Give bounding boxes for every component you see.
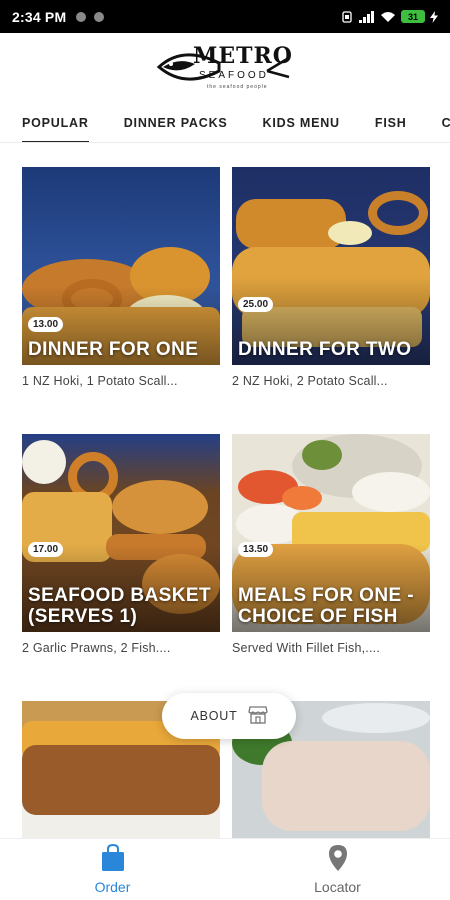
wifi-icon xyxy=(380,11,396,23)
nav-locator[interactable]: Locator xyxy=(225,839,450,900)
item-photo: 13.00 DINNER FOR ONE xyxy=(22,167,220,365)
menu-card[interactable]: 17.00 SEAFOOD BASKET (SERVES 1) 2 Garlic… xyxy=(22,434,220,655)
menu-card[interactable]: 13.50 MEALS FOR ONE - CHOICE OF FISH Ser… xyxy=(232,434,430,655)
item-description: 1 NZ Hoki, 1 Potato Scall... xyxy=(22,374,178,388)
nav-locator-label: Locator xyxy=(314,879,361,895)
shopping-bag-icon xyxy=(101,843,125,875)
signal-icon xyxy=(359,10,375,23)
category-tabs: POPULAR DINNER PACKS KIDS MENU FISH CH xyxy=(0,103,450,143)
item-photo: 25.00 DINNER FOR TWO xyxy=(232,167,430,365)
battery-level: 31 xyxy=(407,11,418,22)
about-label: ABOUT xyxy=(190,709,238,723)
logo-tagline: the seafood people xyxy=(207,84,268,90)
bottom-navigation: Order Locator xyxy=(0,838,450,900)
vibrate-icon xyxy=(340,10,354,23)
logo-subtitle: SEAFOOD xyxy=(199,70,269,81)
tab-dinner-packs[interactable]: DINNER PACKS xyxy=(124,103,228,142)
logo-title: METRO xyxy=(193,43,293,69)
battery-icon: 31 xyxy=(401,10,425,23)
tab-fish[interactable]: FISH xyxy=(375,103,407,142)
item-description: 2 Garlic Prawns, 2 Fish.... xyxy=(22,641,171,655)
store-icon xyxy=(247,705,268,727)
tab-ch[interactable]: CH xyxy=(442,103,450,142)
price-badge: 13.50 xyxy=(238,542,274,557)
tab-kids-menu[interactable]: KIDS MENU xyxy=(263,103,340,142)
price-badge: 17.00 xyxy=(28,542,64,557)
item-title: SEAFOOD BASKET (SERVES 1) xyxy=(28,585,211,627)
metro-seafood-logo: METRO SEAFOOD the seafood people xyxy=(155,37,295,99)
item-description: 2 NZ Hoki, 2 Potato Scall... xyxy=(232,374,388,388)
item-photo: 17.00 SEAFOOD BASKET (SERVES 1) xyxy=(22,434,220,632)
nav-order[interactable]: Order xyxy=(0,839,225,900)
menu-card[interactable]: 25.00 DINNER FOR TWO 2 NZ Hoki, 2 Potato… xyxy=(232,167,430,388)
item-title: DINNER FOR ONE xyxy=(28,339,199,360)
notification-dot-icon xyxy=(76,11,87,22)
status-time: 2:34 PM xyxy=(12,8,67,25)
item-title: MEALS FOR ONE - CHOICE OF FISH xyxy=(238,585,414,627)
status-bar: 2:34 PM 31 xyxy=(0,0,450,33)
about-button[interactable]: ABOUT xyxy=(162,693,296,739)
item-photo: 13.50 MEALS FOR ONE - CHOICE OF FISH xyxy=(232,434,430,632)
menu-card[interactable]: 13.00 DINNER FOR ONE 1 NZ Hoki, 1 Potato… xyxy=(22,167,220,388)
notification-dot-icon xyxy=(94,11,105,22)
charging-icon xyxy=(430,10,438,23)
price-badge: 13.00 xyxy=(28,317,64,332)
nav-order-label: Order xyxy=(94,879,131,895)
tab-popular[interactable]: POPULAR xyxy=(22,103,89,142)
location-pin-icon xyxy=(327,844,349,875)
item-title: DINNER FOR TWO xyxy=(238,339,412,360)
item-description: Served With Fillet Fish,.... xyxy=(232,641,380,655)
app-header: METRO SEAFOOD the seafood people xyxy=(0,33,450,103)
price-badge: 25.00 xyxy=(238,297,274,312)
